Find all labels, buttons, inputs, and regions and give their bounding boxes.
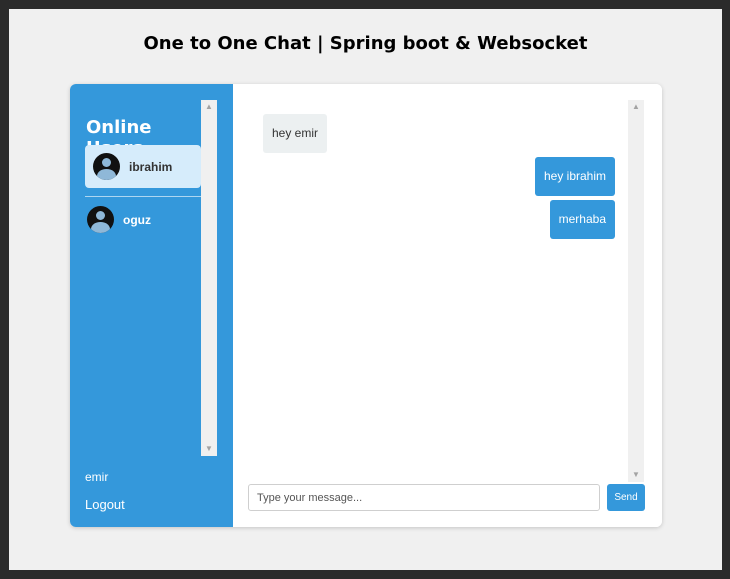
chat-area: hey emir hey ibrahim merhaba ▲ ▼ Send — [233, 84, 662, 527]
user-divider — [85, 196, 201, 197]
scroll-down-arrow-icon[interactable]: ▼ — [201, 442, 217, 456]
message-sent: hey ibrahim — [534, 157, 615, 196]
page-title: One to One Chat | Spring boot & Websocke… — [143, 33, 588, 54]
logout-link[interactable]: Logout — [85, 497, 125, 512]
scroll-down-arrow-icon[interactable]: ▼ — [628, 468, 644, 482]
message-sent: merhaba — [549, 200, 615, 239]
users-scrollbar[interactable]: ▲ ▼ — [201, 100, 217, 456]
user-avatar-icon — [87, 206, 114, 233]
user-name: ibrahim — [129, 159, 173, 174]
message-received: hey emir — [263, 114, 328, 153]
scroll-up-arrow-icon[interactable]: ▲ — [628, 100, 644, 114]
user-name: oguz — [123, 212, 151, 227]
message-input[interactable] — [248, 484, 600, 511]
users-list: Online Users ibrahim oguz — [70, 84, 201, 457]
users-sidebar: Online Users ibrahim oguz ▲ ▼ — [70, 84, 233, 527]
page: One to One Chat | Spring boot & Websocke… — [9, 9, 722, 570]
chat-container: Online Users ibrahim oguz ▲ ▼ — [70, 84, 662, 527]
current-username: emir — [85, 470, 109, 484]
user-avatar-icon — [93, 153, 120, 180]
user-item-ibrahim[interactable]: ibrahim — [85, 145, 201, 188]
send-button[interactable]: Send — [607, 484, 645, 511]
user-item-oguz[interactable]: oguz — [85, 198, 201, 241]
message-list: hey emir hey ibrahim merhaba — [233, 84, 644, 482]
scroll-up-arrow-icon[interactable]: ▲ — [201, 100, 217, 114]
messages-scrollbar[interactable]: ▲ ▼ — [628, 100, 644, 482]
